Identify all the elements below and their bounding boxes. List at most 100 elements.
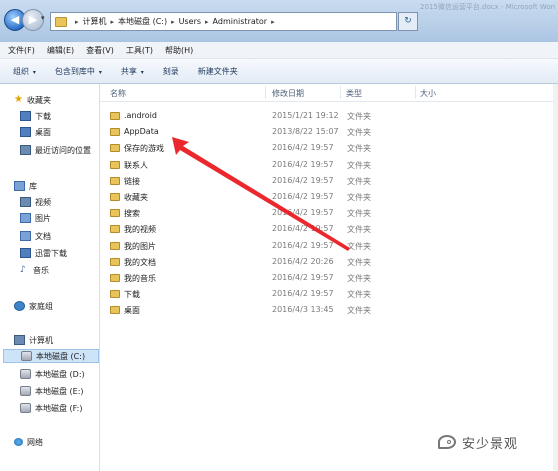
nav-item-music[interactable]: ♪ 音乐: [20, 263, 119, 277]
refresh-icon[interactable]: ↻: [398, 12, 418, 31]
breadcrumb-segment[interactable]: Administrator: [213, 17, 268, 26]
file-row[interactable]: 搜索 2016/4/2 19:57 文件夹: [110, 207, 450, 220]
file-row[interactable]: 我的视频 2016/4/2 19:57 文件夹: [110, 223, 450, 236]
nav-item-thunder-downloads[interactable]: 迅雷下载: [20, 246, 119, 260]
file-row[interactable]: 链接 2016/4/2 19:57 文件夹: [110, 175, 450, 188]
address-bar[interactable]: ▸ 计算机 ▸ 本地磁盘 (C:) ▸ Users ▸ Administrato…: [50, 12, 337, 31]
nav-computer[interactable]: 计算机: [14, 333, 113, 347]
nav-label: 音乐: [33, 265, 49, 275]
file-row[interactable]: 收藏夹 2016/4/2 19:57 文件夹: [110, 191, 450, 204]
drive-icon: [20, 369, 31, 379]
file-row[interactable]: AppData 2013/8/22 15:07 文件夹: [110, 126, 450, 139]
file-type: 文件夹: [347, 144, 371, 154]
folder-icon: [110, 209, 120, 218]
chevron-right-icon[interactable]: ▸: [205, 18, 209, 26]
library-icon: [14, 181, 25, 191]
nav-homegroup[interactable]: 家庭组: [14, 299, 113, 313]
nav-item-drive-d[interactable]: 本地磁盘 (D:): [20, 367, 119, 381]
desktop-icon: [20, 127, 31, 137]
file-name: 我的文档: [124, 257, 156, 267]
folder-icon: [110, 193, 120, 201]
organize-button[interactable]: 组织 ▾: [13, 66, 36, 77]
chevron-right-icon[interactable]: ▸: [75, 18, 79, 26]
nav-label: 本地磁盘 (F:): [35, 403, 83, 413]
file-name: 收藏夹: [124, 193, 148, 202]
folder-icon: [110, 160, 120, 169]
share-label: 共享: [120, 66, 137, 76]
file-row[interactable]: .android 2015/1/21 19:12 文件夹: [110, 110, 450, 123]
breadcrumb-segment[interactable]: 本地磁盘 (C:): [118, 16, 167, 27]
file-date: 2016/4/3 13:45: [272, 305, 334, 315]
nav-label: 本地磁盘 (E:): [35, 386, 84, 396]
chevron-right-icon[interactable]: ▸: [111, 18, 115, 26]
nav-label: 计算机: [29, 335, 53, 345]
file-type: 文件夹: [347, 160, 371, 170]
file-row[interactable]: 我的文档 2016/4/2 20:26 文件夹: [110, 256, 450, 269]
dropdown-caret-icon: ▾: [138, 68, 144, 76]
nav-item-downloads[interactable]: 下载: [20, 109, 119, 123]
share-button[interactable]: 共享 ▾: [121, 66, 144, 77]
breadcrumb-segment[interactable]: Users: [179, 17, 201, 26]
watermark: 安少景观: [438, 432, 553, 452]
file-date: 2016/4/2 19:57: [272, 224, 334, 234]
nav-libraries[interactable]: 库: [14, 179, 113, 193]
folder-icon: [110, 112, 120, 120]
chevron-right-icon[interactable]: ▸: [171, 18, 175, 26]
file-row[interactable]: 下载 2016/4/2 19:57 文件夹: [110, 288, 450, 301]
column-divider[interactable]: [415, 86, 416, 99]
folder-icon: [110, 225, 120, 234]
menu-help[interactable]: 帮助(H): [165, 45, 193, 56]
homegroup-icon: [14, 301, 25, 311]
file-row[interactable]: 桌面 2016/4/3 13:45 文件夹: [110, 304, 450, 317]
nav-item-recent-places[interactable]: 最近访问的位置: [20, 143, 119, 157]
menu-edit[interactable]: 编辑(E): [47, 45, 74, 56]
nav-item-drive-e[interactable]: 本地磁盘 (E:): [20, 384, 119, 398]
column-divider[interactable]: [265, 86, 266, 99]
wechat-logo-icon: [438, 435, 456, 449]
menu-file[interactable]: 文件(F): [8, 45, 35, 56]
nav-label: 最近访问的位置: [35, 145, 91, 155]
menu-view[interactable]: 查看(V): [86, 45, 114, 56]
file-name: 我的音乐: [124, 274, 156, 283]
recent-places-icon: [20, 145, 31, 155]
column-header-row: 名称 修改日期 类型 大小: [100, 84, 558, 102]
file-row[interactable]: 保存的游戏 2016/4/2 19:57 文件夹: [110, 142, 450, 155]
column-divider[interactable]: [340, 86, 341, 99]
folder-icon: [110, 241, 120, 250]
file-row[interactable]: 我的音乐 2016/4/2 19:57 文件夹: [110, 272, 450, 285]
recent-pages-dropdown-icon[interactable]: ▾: [41, 14, 49, 26]
chevron-right-icon[interactable]: ▸: [271, 18, 275, 26]
nav-item-pictures[interactable]: 图片: [20, 211, 119, 225]
nav-item-documents[interactable]: 文档: [20, 229, 119, 243]
nav-label: 家庭组: [29, 301, 53, 311]
nav-favorites[interactable]: ★ 收藏夹: [14, 93, 113, 107]
nav-item-drive-f[interactable]: 本地磁盘 (F:): [20, 401, 119, 415]
dropdown-caret-icon: ▾: [96, 68, 102, 76]
breadcrumb-segment[interactable]: 计算机: [83, 16, 107, 27]
column-header-size[interactable]: 大小: [420, 88, 436, 99]
new-folder-button[interactable]: 新建文件夹: [198, 66, 238, 77]
nav-item-desktop[interactable]: 桌面: [20, 125, 119, 139]
address-bar-empty-area[interactable]: [336, 12, 397, 31]
file-row[interactable]: 联系人 2016/4/2 19:57 文件夹: [110, 159, 450, 172]
folder-icon: [110, 128, 120, 137]
file-type: 文件夹: [347, 290, 371, 300]
document-library-icon: [20, 231, 31, 241]
file-name: 我的视频: [124, 225, 156, 235]
nav-item-videos[interactable]: 视频: [20, 195, 119, 209]
column-header-type[interactable]: 类型: [346, 88, 362, 99]
include-in-library-button[interactable]: 包含到库中 ▾: [55, 66, 102, 77]
nav-label: 网络: [27, 437, 43, 447]
scrollbar[interactable]: [553, 84, 558, 471]
file-name: 链接: [124, 176, 140, 186]
file-name: 下载: [124, 290, 140, 300]
nav-network[interactable]: 网络: [14, 435, 113, 449]
file-row[interactable]: 我的图片 2016/4/2 19:57 文件夹: [110, 240, 450, 253]
menu-tools[interactable]: 工具(T): [126, 45, 153, 56]
burn-button[interactable]: 刻录: [163, 66, 179, 77]
column-header-date[interactable]: 修改日期: [272, 88, 304, 99]
nav-item-drive-c[interactable]: 本地磁盘 (C:): [3, 349, 99, 363]
computer-icon: [14, 335, 25, 345]
column-header-name[interactable]: 名称: [110, 88, 126, 99]
star-icon: ★: [14, 94, 23, 105]
